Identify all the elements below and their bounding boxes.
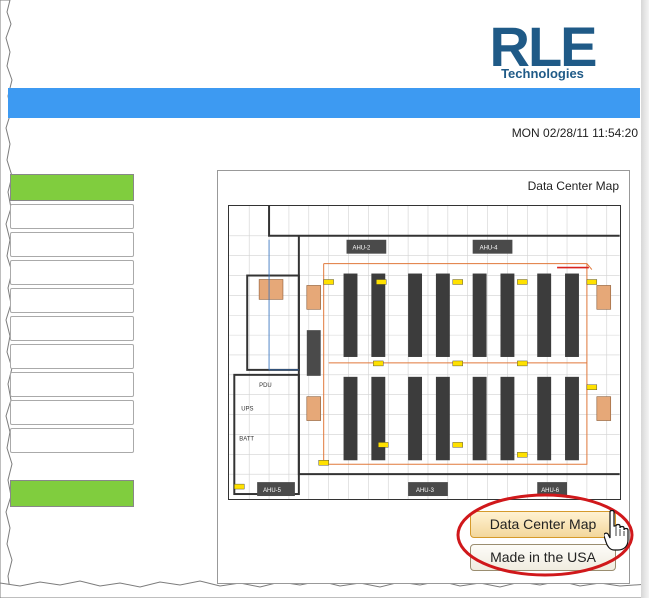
sidebar-section-2 (10, 480, 134, 510)
sidebar-item[interactable] (10, 204, 134, 229)
sidebar-item[interactable] (10, 428, 134, 453)
sidebar-item[interactable] (10, 372, 134, 397)
label-pdu: PDU (259, 383, 272, 389)
logo-subtitle: Technologies (501, 66, 584, 81)
sidebar-item[interactable] (10, 232, 134, 257)
sidebar-nav (10, 174, 134, 456)
sidebar-header-active-2[interactable] (10, 480, 134, 507)
sidebar-item[interactable] (10, 400, 134, 425)
map-title: Data Center Map (527, 179, 619, 193)
datetime-display: MON 02/28/11 11:54:20 (511, 126, 638, 140)
label-ahu-4: AHU-4 (480, 246, 499, 252)
hand-pointer-icon (604, 510, 629, 551)
sidebar-item[interactable] (10, 316, 134, 341)
sidebar-item[interactable] (10, 288, 134, 313)
rle-logo: RLE Technologies (470, 15, 620, 84)
sidebar-item[interactable] (10, 260, 134, 285)
page-edge-right (641, 0, 649, 598)
data-center-floor-plan[interactable]: AHU-2 AHU-4 AHU-5 AHU-3 AHU-6 UPS BATT P… (228, 205, 621, 500)
label-ups: UPS (241, 407, 253, 413)
sidebar-header-active[interactable] (10, 174, 134, 201)
label-ahu-3: AHU-3 (416, 488, 435, 494)
label-ahu-2: AHU-2 (352, 246, 370, 252)
sidebar-item[interactable] (10, 344, 134, 369)
label-ahu-5: AHU-5 (263, 488, 282, 494)
label-batt: BATT (239, 436, 254, 442)
header-bar (8, 88, 640, 118)
